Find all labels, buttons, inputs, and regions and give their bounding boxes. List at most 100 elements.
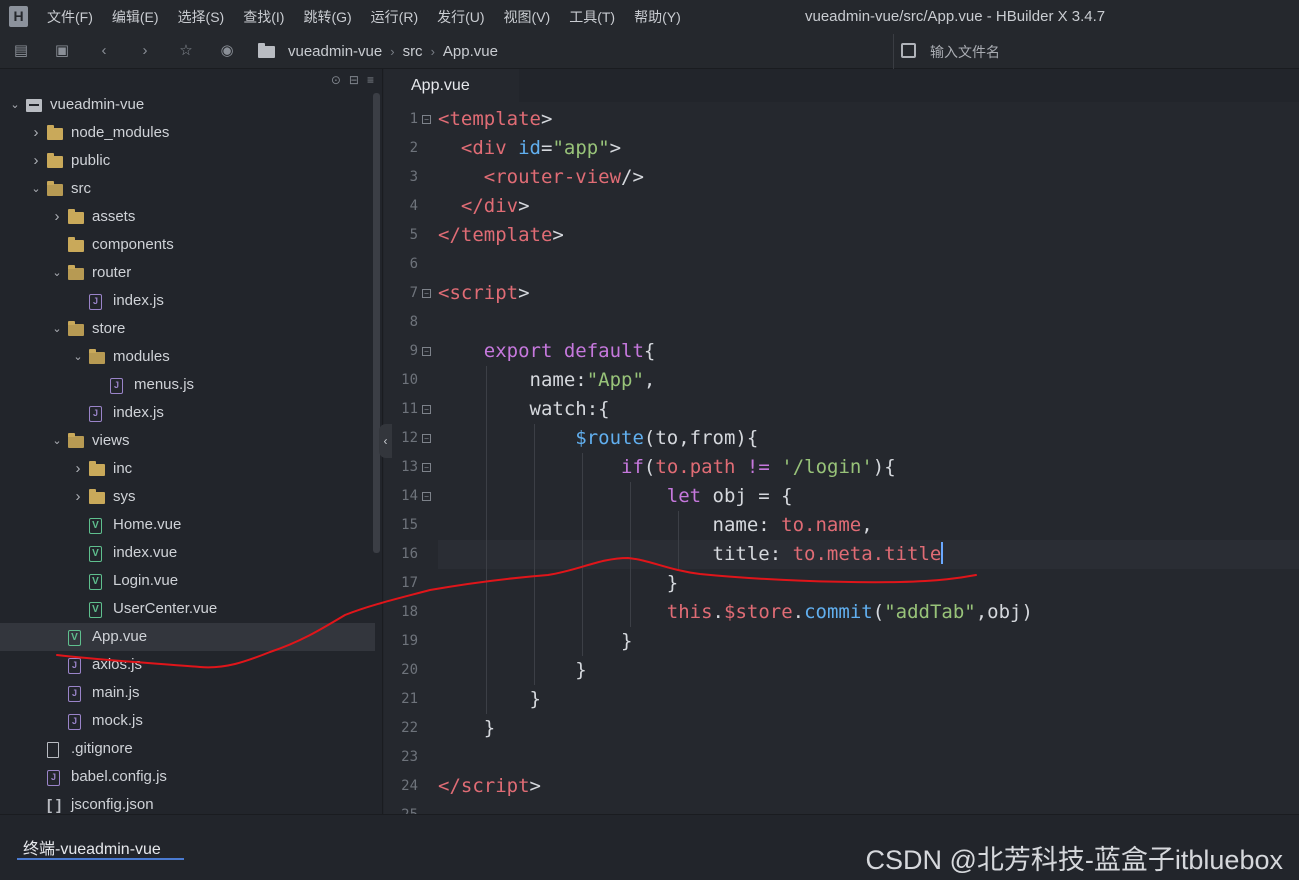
tree-folder[interactable]: ⌄ modules (0, 343, 375, 371)
code-line[interactable] (438, 308, 1299, 337)
tree-folder[interactable]: › sys (0, 483, 375, 511)
chevron-right-icon[interactable]: › (30, 147, 42, 175)
collapse-all-icon[interactable]: ⊟ (349, 73, 359, 87)
chevron-right-icon[interactable]: › (72, 455, 84, 483)
tab-app-vue[interactable]: App.vue (384, 69, 519, 102)
code-line[interactable]: watch:{ (438, 395, 1299, 424)
menu-item[interactable]: 编辑(E) (112, 0, 159, 34)
tree-folder[interactable]: › node_modules (0, 119, 375, 147)
code-line[interactable]: </script> (438, 772, 1299, 801)
code-line[interactable]: title: to.meta.title (438, 540, 1299, 569)
tree-item-label: App.vue (92, 628, 148, 645)
chevron-down-icon[interactable]: ⌄ (30, 175, 42, 203)
code-line[interactable]: } (438, 714, 1299, 743)
fold-toggle-icon[interactable]: − (422, 434, 431, 443)
chevron-down-icon[interactable]: ⌄ (51, 427, 63, 455)
code-line[interactable] (438, 743, 1299, 772)
tree-file[interactable]: Jindex.js (0, 287, 375, 315)
menu-item[interactable]: 跳转(G) (303, 0, 351, 34)
fold-toggle-icon[interactable]: − (422, 347, 431, 356)
tree-file[interactable]: Jaxios.js (0, 651, 375, 679)
code-line[interactable]: this.$store.commit("addTab",obj) (438, 598, 1299, 627)
tree-file[interactable]: Jbabel.config.js (0, 763, 375, 791)
tree-folder[interactable]: ⌄ views (0, 427, 375, 455)
code-line[interactable]: <div id="app"> (438, 134, 1299, 163)
tree-folder[interactable]: components (0, 231, 375, 259)
code-line[interactable]: } (438, 627, 1299, 656)
chevron-down-icon[interactable]: ⌄ (9, 91, 21, 119)
tree-file[interactable]: Jmock.js (0, 707, 375, 735)
breadcrumb-item-file[interactable]: App.vue (443, 43, 498, 60)
code-area[interactable]: <template> <div id="app"> <router-view/>… (438, 105, 1299, 814)
toolbar: ▤ ▣ ‹ › ☆ ◉ vueadmin-vue › src › App.vue (0, 34, 1299, 69)
new-file-icon[interactable]: ▤ (11, 41, 31, 61)
tree-folder[interactable]: › assets (0, 203, 375, 231)
fold-toggle-icon[interactable]: − (422, 492, 431, 501)
menu-item[interactable]: 发行(U) (437, 0, 484, 34)
locate-icon[interactable]: ⊙ (331, 73, 341, 87)
tree-file[interactable]: Vindex.vue (0, 539, 375, 567)
code-line[interactable]: if(to.path != '/login'){ (438, 453, 1299, 482)
menu-item[interactable]: 运行(R) (371, 0, 418, 34)
chevron-right-icon[interactable]: › (30, 119, 42, 147)
code-line[interactable]: </template> (438, 221, 1299, 250)
tree-file[interactable]: V Login.vue (0, 567, 375, 595)
forward-arrow-icon[interactable]: › (135, 41, 155, 61)
star-icon[interactable]: ☆ (176, 41, 196, 61)
tree-folder[interactable]: › inc (0, 455, 375, 483)
back-arrow-icon[interactable]: ‹ (94, 41, 114, 61)
code-line[interactable]: export default{ (438, 337, 1299, 366)
breadcrumb-item-project[interactable]: vueadmin-vue (288, 43, 382, 60)
chevron-down-icon[interactable]: ⌄ (51, 315, 63, 343)
chevron-down-icon[interactable]: ⌄ (72, 343, 84, 371)
code-line[interactable]: } (438, 569, 1299, 598)
tree-file[interactable]: Jmenus.js (0, 371, 375, 399)
code-line[interactable]: <script> (438, 279, 1299, 308)
menu-item[interactable]: 视图(V) (504, 0, 551, 34)
fold-toggle-icon[interactable]: − (422, 405, 431, 414)
chevron-right-icon[interactable]: › (51, 203, 63, 231)
tree-file[interactable]: V Home.vue (0, 511, 375, 539)
code-line[interactable]: $route(to,from){ (438, 424, 1299, 453)
code-line[interactable]: } (438, 685, 1299, 714)
menu-item[interactable]: 文件(F) (47, 0, 93, 34)
chevron-right-icon[interactable]: › (72, 483, 84, 511)
tree-file[interactable]: [ ] jsconfig.json (0, 791, 375, 814)
fold-toggle-icon[interactable]: − (422, 289, 431, 298)
collapse-sidebar-handle[interactable]: ‹ (379, 424, 392, 458)
menu-icon[interactable]: ≡ (367, 73, 374, 87)
fold-toggle-icon[interactable]: − (422, 115, 431, 124)
tree-file[interactable]: Jmain.js (0, 679, 375, 707)
file-search-input[interactable] (930, 41, 1230, 63)
code-line[interactable]: } (438, 656, 1299, 685)
sidebar-scrollbar[interactable] (373, 93, 380, 553)
menu-item[interactable]: 查找(I) (243, 0, 284, 34)
save-icon[interactable]: ▣ (52, 41, 72, 61)
code-line[interactable]: let obj = { (438, 482, 1299, 511)
indent-guide (582, 569, 583, 598)
terminal-tab[interactable]: 终端-vueadmin-vue (17, 835, 184, 860)
code-line[interactable] (438, 801, 1299, 814)
code-line[interactable] (438, 250, 1299, 279)
breadcrumb-item-src[interactable]: src (403, 43, 423, 60)
code-line[interactable]: name:"App", (438, 366, 1299, 395)
tree-folder[interactable]: › public (0, 147, 375, 175)
tree-folder[interactable]: ⌄ src (0, 175, 375, 203)
chevron-down-icon[interactable]: ⌄ (51, 259, 63, 287)
tree-file[interactable]: Jindex.js (0, 399, 375, 427)
tree-folder[interactable]: ⌄ store (0, 315, 375, 343)
tree-file[interactable]: .gitignore (0, 735, 375, 763)
menu-item[interactable]: 选择(S) (178, 0, 225, 34)
tree-folder[interactable]: ⌄ vueadmin-vue (0, 91, 375, 119)
run-icon[interactable]: ◉ (217, 41, 237, 61)
code-line[interactable]: name: to.name, (438, 511, 1299, 540)
code-line[interactable]: </div> (438, 192, 1299, 221)
fold-toggle-icon[interactable]: − (422, 463, 431, 472)
menu-item[interactable]: 工具(T) (569, 0, 615, 34)
menu-item[interactable]: 帮助(Y) (634, 0, 681, 34)
code-line[interactable]: <router-view/> (438, 163, 1299, 192)
tree-file[interactable]: V UserCenter.vue (0, 595, 375, 623)
tree-file[interactable]: V App.vue (0, 623, 375, 651)
tree-folder[interactable]: ⌄ router (0, 259, 375, 287)
code-line[interactable]: <template> (438, 105, 1299, 134)
